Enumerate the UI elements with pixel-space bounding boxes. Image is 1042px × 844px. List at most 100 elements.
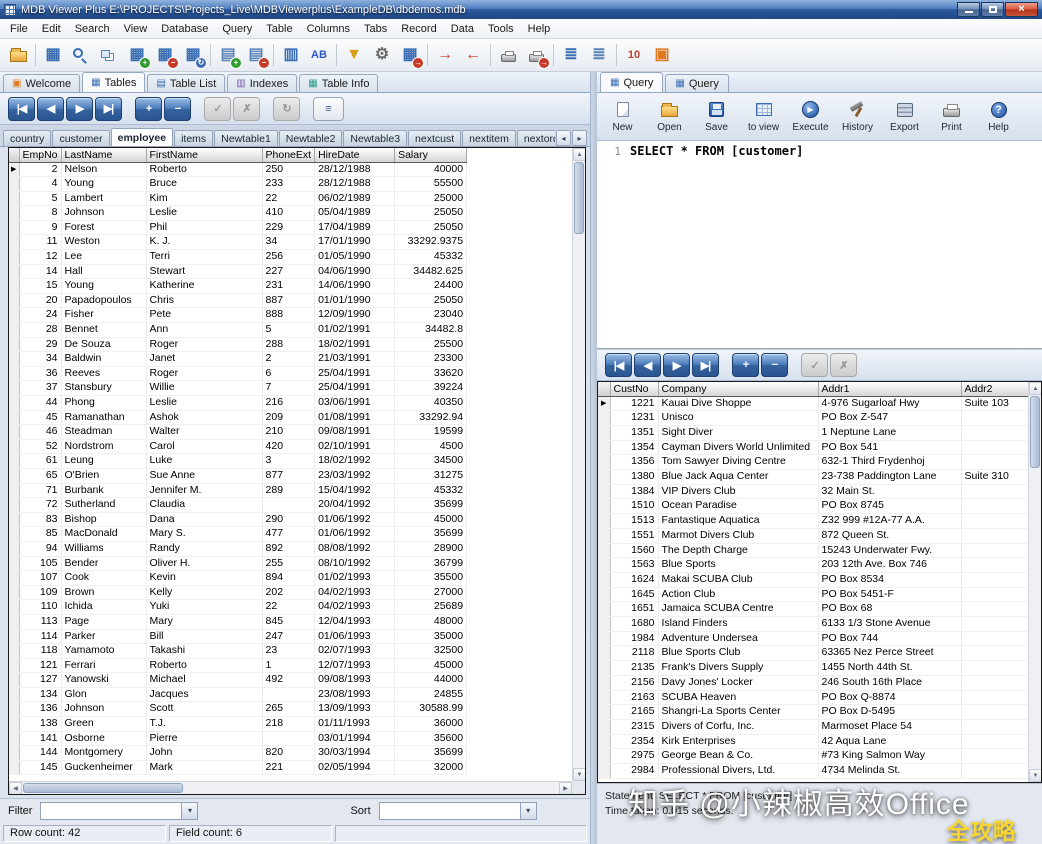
cell[interactable]: 127 xyxy=(19,673,61,688)
cell[interactable]: 1384 xyxy=(610,484,658,499)
cell[interactable]: 290 xyxy=(262,512,315,527)
cell[interactable]: PO Box 541 xyxy=(818,440,961,455)
cell[interactable]: 09/08/1991 xyxy=(315,425,395,440)
customer-grid-vscroll[interactable]: ▲ ▼ xyxy=(1028,382,1041,782)
cell[interactable]: 33292.94 xyxy=(395,410,467,425)
cell[interactable]: Marmot Divers Club xyxy=(658,528,818,543)
cell[interactable]: 02/07/1993 xyxy=(315,644,395,659)
cell[interactable]: 13/09/1993 xyxy=(315,702,395,717)
row-selector[interactable] xyxy=(9,410,19,425)
cell[interactable]: 30588.99 xyxy=(395,702,467,717)
cell[interactable]: 23-738 Paddington Lane xyxy=(818,470,961,485)
cell[interactable]: 23300 xyxy=(395,352,467,367)
cell[interactable]: Michael xyxy=(146,673,262,688)
edit-record-window-button[interactable]: ≡ xyxy=(313,97,344,121)
cell[interactable]: Sue Anne xyxy=(146,468,262,483)
cell[interactable]: 01/02/1993 xyxy=(315,571,395,586)
table-row[interactable]: 28BennetAnn501/02/199134482.8 xyxy=(9,323,467,338)
row-selector[interactable] xyxy=(598,543,610,558)
cell[interactable]: 4500 xyxy=(395,439,467,454)
menu-item-query[interactable]: Query xyxy=(215,21,259,37)
row-selector[interactable] xyxy=(598,705,610,720)
cell[interactable]: 2975 xyxy=(610,749,658,764)
cell[interactable]: Nordstrom xyxy=(61,439,146,454)
cell[interactable]: 22 xyxy=(262,600,315,615)
cell[interactable]: 25050 xyxy=(395,206,467,221)
cell[interactable]: 63365 Nez Perce Street xyxy=(818,646,961,661)
table-row[interactable]: ▶1221Kauai Dive Shoppe4-976 Sugarloaf Hw… xyxy=(598,396,1028,411)
scroll-down-icon[interactable]: ▼ xyxy=(573,768,586,781)
row-selector[interactable] xyxy=(9,396,19,411)
table-tab-customer[interactable]: customer xyxy=(52,130,109,146)
cell[interactable]: Suite 103 xyxy=(961,396,1028,411)
cell[interactable]: 138 xyxy=(19,717,61,732)
row-selector[interactable] xyxy=(598,528,610,543)
cell[interactable]: Jacques xyxy=(146,687,262,702)
cell[interactable]: 45000 xyxy=(395,658,467,673)
cell[interactable]: Johnson xyxy=(61,206,146,221)
cell[interactable]: 85 xyxy=(19,527,61,542)
cell[interactable]: 1984 xyxy=(610,631,658,646)
cell[interactable]: Divers of Corfu, Inc. xyxy=(658,719,818,734)
menu-item-search[interactable]: Search xyxy=(68,21,117,37)
cell[interactable]: 872 Queen St. xyxy=(818,528,961,543)
close-button[interactable]: × xyxy=(1005,2,1038,17)
table-tab-nextitem[interactable]: nextitem xyxy=(462,130,516,146)
filter-combo[interactable]: ▾ xyxy=(40,802,198,820)
row-selector[interactable] xyxy=(598,455,610,470)
cell[interactable]: Mark xyxy=(146,760,262,775)
exit-icon[interactable]: ▣ xyxy=(648,42,676,68)
cell[interactable]: Leslie xyxy=(146,396,262,411)
cell[interactable]: 888 xyxy=(262,308,315,323)
menu-item-table[interactable]: Table xyxy=(259,21,299,37)
menu-item-tabs[interactable]: Tabs xyxy=(357,21,394,37)
hscroll-thumb[interactable] xyxy=(23,783,183,793)
cell[interactable]: 48000 xyxy=(395,614,467,629)
cell[interactable]: 09/08/1993 xyxy=(315,673,395,688)
cell[interactable]: T.J. xyxy=(146,717,262,732)
cell[interactable]: Ferrari xyxy=(61,658,146,673)
table-row[interactable]: 37StansburyWillie725/04/199139224 xyxy=(9,381,467,396)
cell[interactable]: Pierre xyxy=(146,731,262,746)
cell[interactable]: 01/05/1990 xyxy=(315,250,395,265)
cell[interactable]: 46 xyxy=(19,425,61,440)
cell[interactable]: 1551 xyxy=(610,528,658,543)
cell[interactable]: 6 xyxy=(262,366,315,381)
cell[interactable]: 121 xyxy=(19,658,61,673)
table-row[interactable]: 2163SCUBA HeavenPO Box Q-8874 xyxy=(598,690,1028,705)
cell[interactable]: 08/08/1992 xyxy=(315,541,395,556)
table-row[interactable]: 1356Tom Sawyer Diving Centre632-1 Third … xyxy=(598,455,1028,470)
cell[interactable]: Makai SCUBA Club xyxy=(658,572,818,587)
cell[interactable]: 1645 xyxy=(610,587,658,602)
print-preview-icon[interactable]: → xyxy=(522,42,550,68)
menu-item-view[interactable]: View xyxy=(117,21,155,37)
cell[interactable]: Chris xyxy=(146,293,262,308)
cell[interactable] xyxy=(961,749,1028,764)
sort-combo[interactable]: ▾ xyxy=(379,802,537,820)
cell[interactable]: 33620 xyxy=(395,366,467,381)
cell[interactable]: 1560 xyxy=(610,543,658,558)
cell[interactable]: 1351 xyxy=(610,425,658,440)
cell[interactable]: Nelson xyxy=(61,162,146,177)
cell[interactable]: 15 xyxy=(19,279,61,294)
cell[interactable]: 1651 xyxy=(610,602,658,617)
row-selector[interactable] xyxy=(9,746,19,761)
cell[interactable]: 233 xyxy=(262,177,315,192)
cell[interactable]: 23 xyxy=(262,644,315,659)
cell[interactable]: Stansbury xyxy=(61,381,146,396)
cell[interactable]: 3 xyxy=(262,454,315,469)
cell[interactable]: Kevin xyxy=(146,571,262,586)
row-selector[interactable] xyxy=(9,366,19,381)
cell[interactable]: 35500 xyxy=(395,571,467,586)
cell[interactable]: 136 xyxy=(19,702,61,717)
cell[interactable]: 229 xyxy=(262,220,315,235)
q-first-record-button[interactable]: |◀ xyxy=(605,353,632,377)
cell[interactable]: Papadopoulos xyxy=(61,293,146,308)
table-row[interactable]: 65O'BrienSue Anne87723/03/199231275 xyxy=(9,468,467,483)
export-results-button[interactable]: Export xyxy=(881,94,928,139)
drop-table-icon[interactable]: ▤− xyxy=(242,42,270,68)
table-row[interactable]: 1354Cayman Divers World UnlimitedPO Box … xyxy=(598,440,1028,455)
cell[interactable] xyxy=(961,602,1028,617)
cell[interactable]: 32 Main St. xyxy=(818,484,961,499)
cell[interactable]: 01/06/1993 xyxy=(315,629,395,644)
